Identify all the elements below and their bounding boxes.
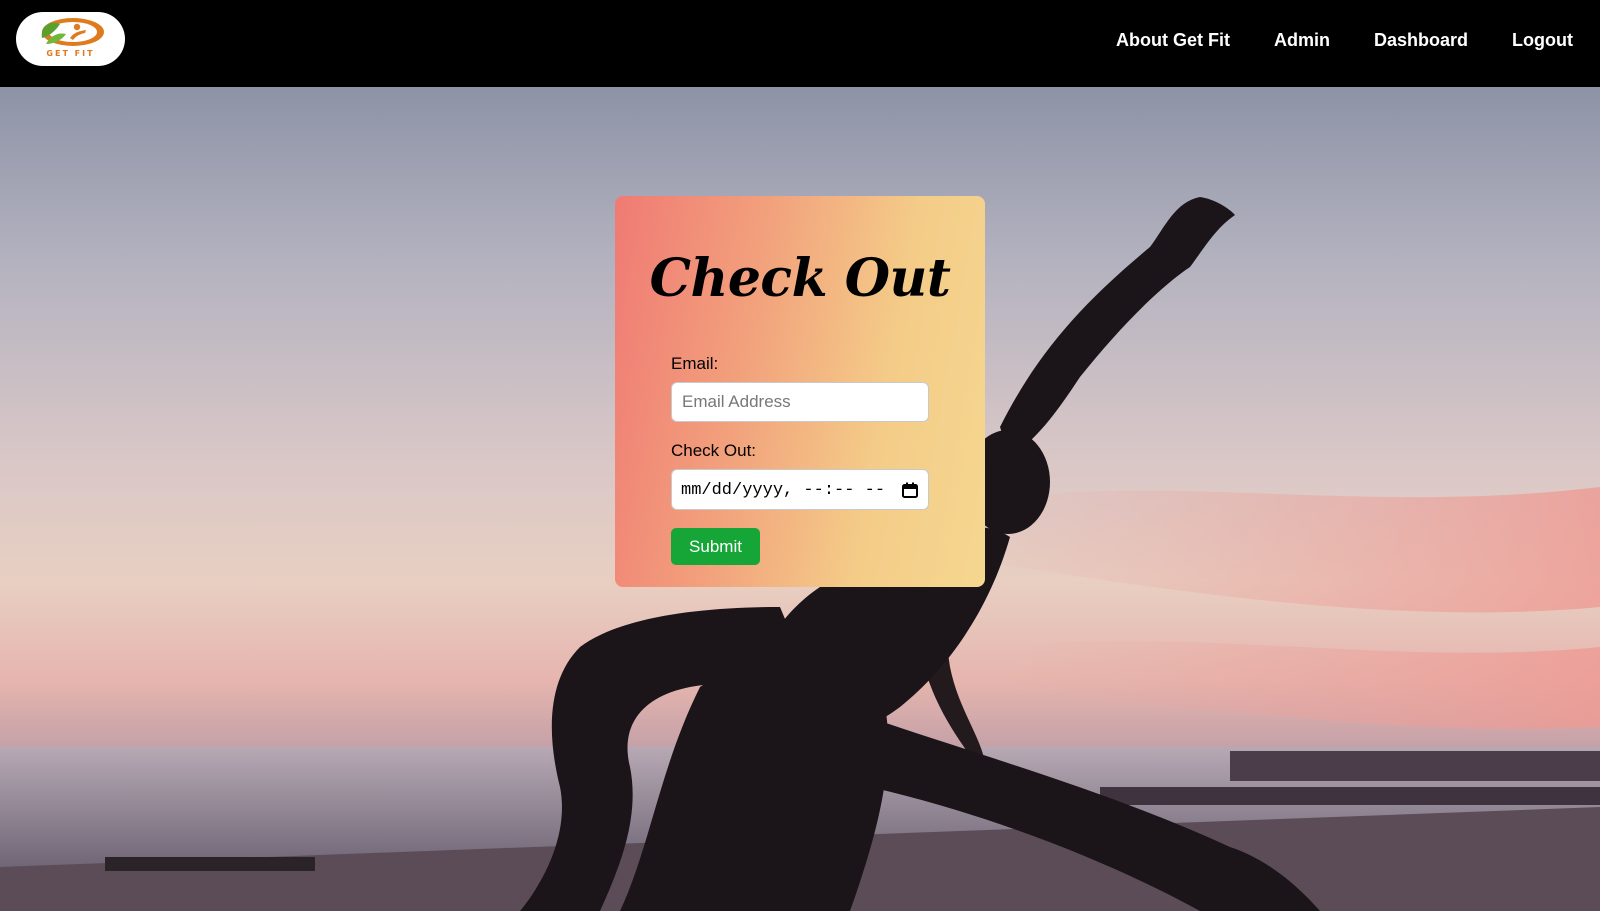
nav-link-about[interactable]: About Get Fit [1116,30,1230,51]
submit-button[interactable]: Submit [671,528,760,565]
logo-text: GET FIT [46,49,95,58]
checkout-label: Check Out: [671,441,757,460]
datetime-placeholder: mm/dd/yyyy, --:-- -- [681,481,886,500]
checkout-datetime-input[interactable]: mm/dd/yyyy, --:-- -- [671,469,929,510]
logo-icon [41,18,104,46]
top-navbar: GET FIT About Get Fit Admin Dashboard Lo… [0,0,1600,87]
email-input[interactable] [671,382,929,422]
checkout-card: Check Out Email: Check Out: mm/dd/yyyy, … [615,196,985,587]
get-fit-logo[interactable]: GET FIT [16,12,125,66]
calendar-icon[interactable] [902,482,918,498]
nav-links: About Get Fit Admin Dashboard Logout [1072,30,1573,51]
nav-link-logout[interactable]: Logout [1512,30,1573,51]
page-title: Check Out [649,248,951,309]
nav-link-admin[interactable]: Admin [1274,30,1330,51]
email-label: Email: [671,354,719,373]
nav-link-dashboard[interactable]: Dashboard [1374,30,1468,51]
